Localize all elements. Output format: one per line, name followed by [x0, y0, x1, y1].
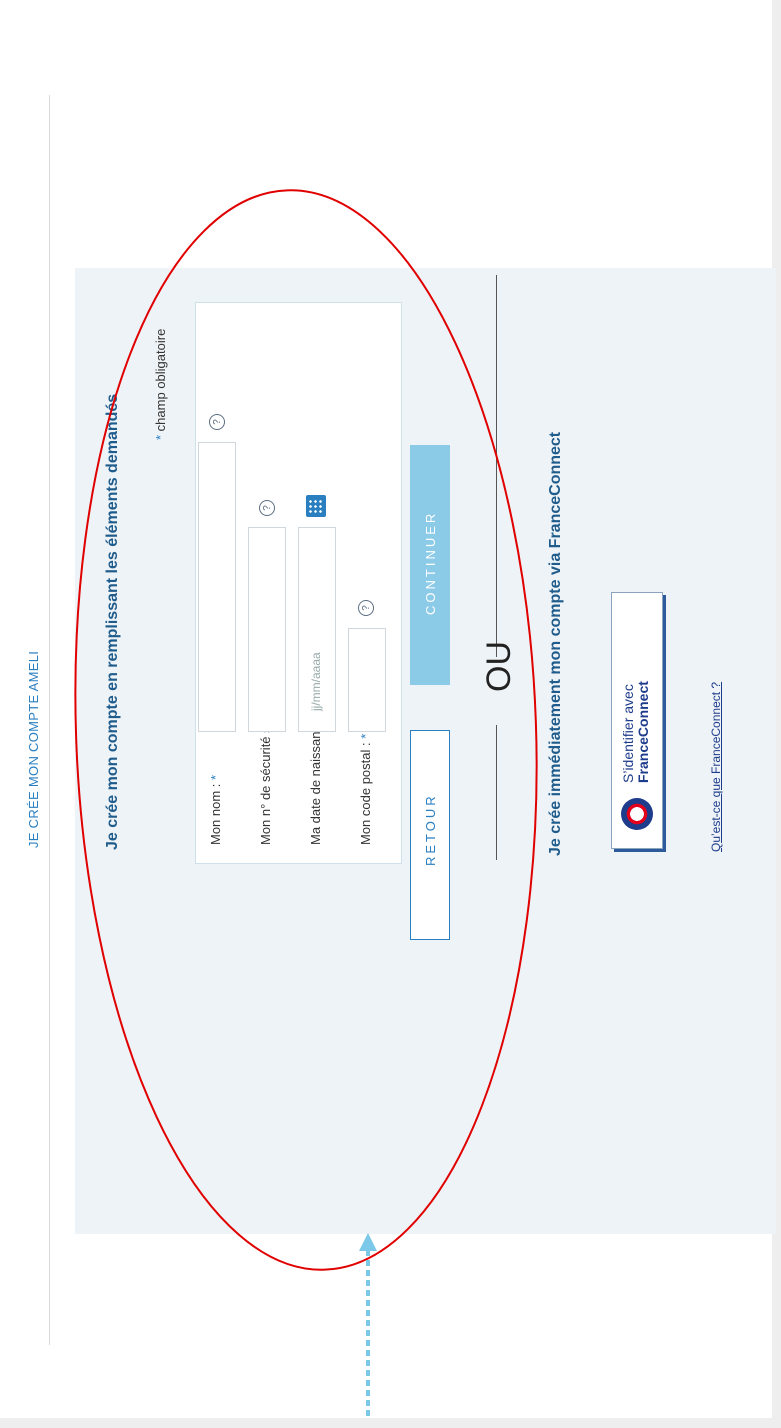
pointer-arrow-head-icon: [359, 1233, 377, 1251]
highlight-overlay: [74, 189, 538, 1271]
highlight-ellipse: [74, 189, 538, 1271]
page: JE CRÉE MON COMPTE AMELI Je crée mon com…: [0, 0, 781, 1428]
pointer-arrow-line: [366, 1250, 370, 1420]
